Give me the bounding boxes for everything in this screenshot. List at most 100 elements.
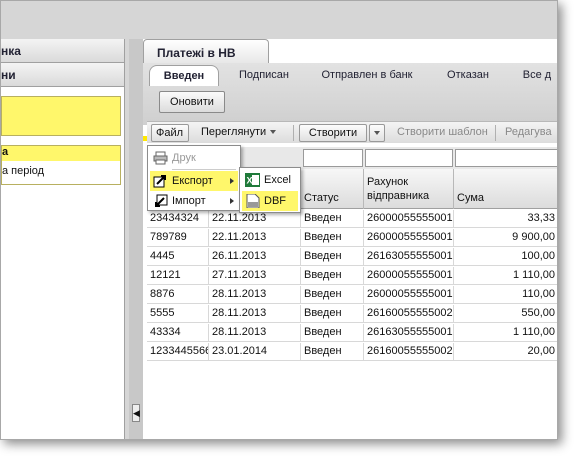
chevron-down-icon bbox=[270, 130, 277, 135]
table-row[interactable]: 12334455669923.01.2014Введен261600555550… bbox=[147, 343, 557, 361]
cell-status: Введен bbox=[301, 210, 364, 228]
right-panel: Платежі в НВ Введен Подписан Отправлен в… bbox=[143, 39, 557, 439]
refresh-button[interactable]: Оновити bbox=[159, 91, 225, 113]
left-panel-item-2[interactable]: а а період bbox=[1, 145, 121, 185]
table-row[interactable]: 12121 27.11.2013 Введен 26000055555001 1 110… bbox=[147, 267, 557, 285]
excel-icon: X bbox=[245, 173, 260, 187]
cell-account: 26000055555001 bbox=[364, 286, 454, 304]
svg-text:X: X bbox=[247, 176, 253, 186]
left-panel-item-2-title: а bbox=[2, 146, 120, 161]
view-menu-label: Переглянути bbox=[201, 126, 267, 138]
cell-sum: 33,33 bbox=[454, 210, 557, 228]
column-header-account[interactable]: Рахунок відправника bbox=[364, 169, 454, 209]
cell-date: 28.11.2013 bbox=[209, 305, 301, 323]
filter-status-input[interactable] bbox=[303, 149, 363, 167]
tab-entered[interactable]: Введен bbox=[149, 65, 219, 86]
left-panel-item-2-sub: а період bbox=[2, 165, 45, 177]
cell-status: Введен bbox=[301, 343, 364, 361]
cell-status: Введен bbox=[301, 305, 364, 323]
submenu-arrow-icon bbox=[230, 178, 234, 184]
export-submenu: X Excel DBF bbox=[239, 167, 301, 213]
cell-date: 28.11.2013 bbox=[209, 324, 301, 342]
cell-date: 23.01.2014 bbox=[209, 343, 301, 361]
left-panel-header-1[interactable]: нка bbox=[1, 39, 124, 63]
splitter[interactable] bbox=[129, 39, 143, 439]
view-menu-button[interactable]: Переглянути bbox=[197, 124, 287, 142]
menu-item-export-label: Експорт bbox=[172, 175, 213, 187]
menu-item-print-label: Друк bbox=[172, 152, 196, 164]
cell-sum: 100,00 bbox=[454, 248, 557, 266]
menu-separator bbox=[172, 169, 236, 170]
cell-account: 26163055555001 bbox=[364, 248, 454, 266]
table-row[interactable]: 789789 22.11.2013 Введен 26000055555001 9 90… bbox=[147, 229, 557, 247]
column-header-status[interactable]: Статус bbox=[301, 169, 364, 209]
cell-status: Введен bbox=[301, 229, 364, 247]
cell-number: 789789 bbox=[147, 229, 209, 247]
table-row[interactable]: 23434324 22.11.2013 Введен 26000055555001 33… bbox=[147, 210, 557, 228]
cell-number: 12121 bbox=[147, 267, 209, 285]
cell-account: 26163055555001 bbox=[364, 324, 454, 342]
cell-sum: 1 110,00 bbox=[454, 324, 557, 342]
menu-item-print[interactable]: Друк bbox=[150, 148, 238, 168]
table-row[interactable]: 43334 28.11.2013 Введен 26163055555001 1 110… bbox=[147, 324, 557, 342]
cell-date: 27.11.2013 bbox=[209, 267, 301, 285]
menu-item-import[interactable]: Імпорт bbox=[150, 191, 238, 211]
chevron-down-icon bbox=[374, 131, 380, 136]
submenu-arrow-icon bbox=[230, 198, 234, 204]
cell-number: 4445 bbox=[147, 248, 209, 266]
cell-account: 26000055555001 bbox=[364, 210, 454, 228]
edit-button[interactable]: Редагува bbox=[501, 124, 557, 142]
column-header-sum[interactable]: Сума bbox=[454, 169, 557, 209]
menu-item-export[interactable]: Експорт bbox=[150, 171, 238, 191]
toolbar-separator bbox=[495, 125, 496, 141]
file-menu: Друк Експорт Імпорт bbox=[147, 145, 241, 211]
table-row[interactable]: 4445 26.11.2013 Введен 26163055555001 100,00 bbox=[147, 248, 557, 266]
cell-account: 26160055555002 bbox=[364, 343, 454, 361]
cell-number: 123344556699 bbox=[147, 343, 209, 361]
create-template-button[interactable]: Створити шаблон bbox=[393, 124, 493, 142]
menu-item-dbf-label: DBF bbox=[264, 195, 286, 207]
export-arrow-icon bbox=[153, 175, 166, 188]
file-menu-button[interactable]: Файл bbox=[151, 124, 189, 152]
cell-number: 5555 bbox=[147, 305, 209, 323]
app-window: нка ни а а період ◀ Платежі в НВ Введен … bbox=[0, 0, 558, 440]
cell-status: Введен bbox=[301, 267, 364, 285]
table-row[interactable]: 8876 28.11.2013 Введен 26000055555001 110,00 bbox=[147, 286, 557, 304]
collapse-arrow-icon[interactable]: ◀ bbox=[132, 404, 140, 422]
dbf-file-icon bbox=[246, 194, 260, 208]
tab-payments[interactable]: Платежі в НВ bbox=[143, 39, 269, 63]
cell-sum: 1 110,00 bbox=[454, 267, 557, 285]
table-row[interactable]: 5555 28.11.2013 Введен 26160055555002 550,00 bbox=[147, 305, 557, 323]
create-dropdown-button[interactable] bbox=[369, 124, 385, 142]
filter-sum-input[interactable] bbox=[455, 149, 557, 167]
cell-date: 28.11.2013 bbox=[209, 286, 301, 304]
import-arrow-icon bbox=[155, 194, 168, 207]
cell-account: 26000055555001 bbox=[364, 267, 454, 285]
tab-sent-to-bank[interactable]: Отправлен в банк bbox=[309, 65, 425, 86]
cell-account: 26160055555002 bbox=[364, 305, 454, 323]
left-panel-item-1[interactable] bbox=[1, 96, 121, 136]
cell-date: 22.11.2013 bbox=[209, 229, 301, 247]
left-panel-header-2[interactable]: ни bbox=[1, 63, 124, 87]
cell-account: 26000055555001 bbox=[364, 229, 454, 247]
cell-status: Введен bbox=[301, 324, 364, 342]
menu-item-excel[interactable]: X Excel bbox=[242, 170, 298, 190]
menu-item-excel-label: Excel bbox=[264, 174, 291, 186]
left-panel: нка ни а а період bbox=[1, 39, 125, 439]
toolbar-separator bbox=[293, 125, 294, 141]
cell-number: 8876 bbox=[147, 286, 209, 304]
menu-item-import-label: Імпорт bbox=[172, 195, 206, 207]
cell-status: Введен bbox=[301, 286, 364, 304]
cell-sum: 110,00 bbox=[454, 286, 557, 304]
tab-rejected[interactable]: Отказан bbox=[433, 65, 503, 86]
file-menu-label: Файл bbox=[156, 127, 184, 139]
create-button[interactable]: Створити bbox=[299, 124, 367, 142]
toolbar: Файл Переглянути Створити Створити шабло… bbox=[147, 121, 557, 152]
cell-sum: 9 900,00 bbox=[454, 229, 557, 247]
menu-item-dbf[interactable]: DBF bbox=[242, 191, 298, 211]
tab-all[interactable]: Все д bbox=[515, 65, 557, 86]
tab-signed[interactable]: Подписан bbox=[225, 65, 303, 86]
filter-account-input[interactable] bbox=[365, 149, 453, 167]
cell-status: Введен bbox=[301, 248, 364, 266]
cell-number: 43334 bbox=[147, 324, 209, 342]
